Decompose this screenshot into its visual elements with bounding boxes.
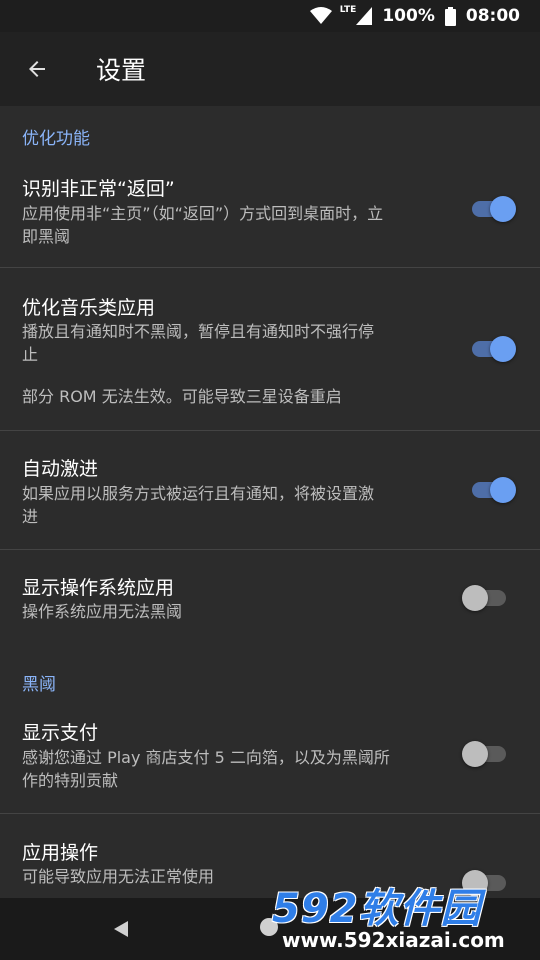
- pref-summary-line: 感谢您通过 Play 商店支付 5 二向箔，以及为黑阈所: [22, 748, 390, 767]
- pref-summary-line: 应用使用非“主页”（如“返回”）方式回到桌面时，立: [22, 204, 384, 223]
- pref-summary-line: 进: [22, 507, 39, 526]
- pref-note: 部分 ROM 无法生效。可能导致三星设备重启: [22, 387, 342, 406]
- switch-show-payment[interactable]: [462, 739, 518, 769]
- battery-percent: 100%: [382, 6, 435, 26]
- pref-summary-line: 即黑阈: [22, 227, 71, 246]
- page-title: 设置: [96, 56, 147, 85]
- switch-thumb: [490, 336, 516, 362]
- watermark: 592软件园 www.592xiazai.com: [272, 876, 534, 960]
- battery-icon: [444, 6, 456, 26]
- pref-summary-line: 操作系统应用无法黑阈: [22, 602, 183, 621]
- switch-thumb: [490, 196, 516, 222]
- pref-title: 优化音乐类应用: [22, 297, 156, 319]
- pref-summary: 感谢您通过 Play 商店支付 5 二向箔，以及为黑阈所 作的特别贡献: [22, 746, 442, 792]
- switch-auto-aggressive[interactable]: [462, 475, 518, 505]
- pref-summary: 操作系统应用无法黑阈: [22, 600, 442, 623]
- signal-icon: [356, 7, 373, 25]
- pref-summary: 如果应用以服务方式被运行且有通知，将被设置激 进: [22, 482, 442, 528]
- network-type: LTE: [339, 5, 357, 15]
- section-header-heiyu: 黑阈: [22, 675, 56, 695]
- app-bar: 设置: [0, 32, 540, 106]
- nav-back-button[interactable]: [110, 918, 132, 940]
- divider: [0, 549, 540, 550]
- back-arrow-icon: [29, 61, 45, 77]
- pref-summary-line: 止: [22, 345, 39, 364]
- pref-title: 显示支付: [22, 722, 99, 744]
- nav-back-icon: [114, 921, 128, 937]
- watermark-logo: 592软件园: [272, 886, 482, 932]
- settings-screen: LTE 100% 08:00 设置 优化功能 识别非正常“返回” 应用使用非“主…: [0, 0, 540, 960]
- divider: [0, 430, 540, 431]
- signal-indicator: LTE: [339, 5, 373, 25]
- switch-detect-back[interactable]: [462, 194, 518, 224]
- switch-thumb: [462, 585, 488, 611]
- watermark-url: www.592xiazai.com: [282, 928, 505, 952]
- pref-title: 显示操作系统应用: [22, 577, 175, 599]
- divider: [0, 813, 540, 814]
- switch-thumb: [462, 741, 488, 767]
- pref-title: 识别非正常“返回”: [22, 178, 175, 200]
- divider: [0, 267, 540, 268]
- switch-show-system-apps[interactable]: [462, 583, 518, 613]
- clock: 08:00: [465, 6, 520, 26]
- status-bar: LTE 100% 08:00: [0, 0, 540, 32]
- wifi-icon: [309, 7, 332, 25]
- switch-thumb: [490, 477, 516, 503]
- back-button[interactable]: [0, 32, 74, 106]
- pref-summary-line: 作的特别贡献: [22, 771, 119, 790]
- pref-title: 自动激进: [22, 458, 99, 480]
- pref-summary-line: 如果应用以服务方式被运行且有通知，将被设置激: [22, 484, 375, 503]
- pref-summary: 应用使用非“主页”（如“返回”）方式回到桌面时，立 即黑阈: [22, 202, 442, 248]
- pref-summary: 播放且有通知时不黑阈，暂停且有通知时不强行停 止: [22, 320, 442, 366]
- switch-optimize-music[interactable]: [462, 334, 518, 364]
- section-header-optimization: 优化功能: [22, 129, 90, 149]
- pref-title: 应用操作: [22, 842, 99, 864]
- pref-summary-line: 播放且有通知时不黑阈，暂停且有通知时不强行停: [22, 322, 375, 341]
